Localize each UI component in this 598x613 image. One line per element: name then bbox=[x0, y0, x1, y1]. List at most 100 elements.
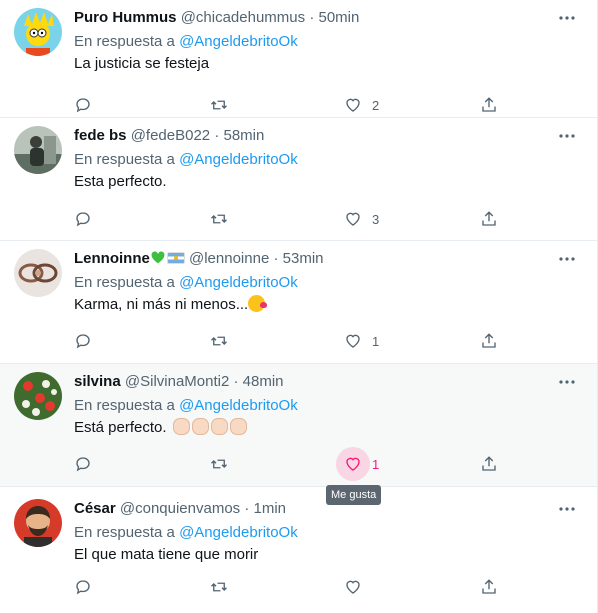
retweet-button[interactable] bbox=[202, 88, 236, 122]
argentina-flag-icon bbox=[166, 252, 185, 264]
reply-to-link[interactable]: @AngeldebritoOk bbox=[179, 33, 298, 50]
avatar[interactable] bbox=[14, 499, 62, 547]
share-button[interactable] bbox=[472, 88, 506, 122]
timestamp[interactable]: 53min bbox=[283, 250, 324, 267]
tweet-header: fede bs @fedeB022 · 58min bbox=[74, 126, 557, 146]
like-button[interactable] bbox=[336, 570, 372, 604]
reply-to-link[interactable]: @AngeldebritoOk bbox=[179, 397, 298, 414]
tweet-header: silvina @SilvinaMonti2 · 48min bbox=[74, 372, 557, 392]
clapping-hands-icon bbox=[172, 418, 190, 435]
reply-prefix: En respuesta a bbox=[74, 524, 175, 541]
share-icon bbox=[482, 456, 496, 471]
more-options-button[interactable] bbox=[555, 247, 579, 271]
tweet-card[interactable]: silvina @SilvinaMonti2 · 48min En respue… bbox=[0, 364, 597, 487]
reply-button[interactable] bbox=[66, 88, 100, 122]
like-button[interactable]: 1 bbox=[336, 324, 379, 358]
tweet-actions bbox=[66, 570, 566, 604]
display-name[interactable]: silvina bbox=[74, 373, 121, 390]
timestamp[interactable]: 48min bbox=[243, 373, 284, 390]
retweet-button[interactable] bbox=[202, 570, 236, 604]
separator-dot: · bbox=[214, 127, 220, 144]
like-button[interactable]: 1 bbox=[336, 447, 379, 481]
share-button[interactable] bbox=[472, 324, 506, 358]
reply-context: En respuesta a @AngeldebritoOk bbox=[74, 523, 298, 543]
person-photo-avatar-icon bbox=[14, 126, 62, 174]
more-icon bbox=[559, 16, 575, 20]
like-count: 3 bbox=[372, 211, 380, 227]
avatar[interactable] bbox=[14, 126, 62, 174]
heart-icon bbox=[346, 580, 360, 594]
reply-to-link[interactable]: @AngeldebritoOk bbox=[179, 524, 298, 541]
retweet-button[interactable] bbox=[202, 324, 236, 358]
user-handle[interactable]: @conquienvamos bbox=[120, 500, 240, 517]
share-icon bbox=[482, 97, 496, 112]
reply-prefix: En respuesta a bbox=[74, 397, 175, 414]
more-options-button[interactable] bbox=[555, 6, 579, 30]
timestamp[interactable]: 50min bbox=[318, 9, 359, 26]
retweet-icon bbox=[211, 100, 227, 110]
display-name[interactable]: Puro Hummus bbox=[74, 9, 177, 26]
user-handle[interactable]: @fedeB022 bbox=[131, 127, 210, 144]
more-options-button[interactable] bbox=[555, 497, 579, 521]
reply-icon bbox=[76, 98, 90, 113]
tweet-text: Karma, ni más ni menos... bbox=[74, 296, 249, 313]
separator-dot: · bbox=[309, 9, 315, 26]
retweet-icon bbox=[211, 336, 227, 346]
more-icon bbox=[559, 134, 575, 138]
lisa-simpson-avatar-icon bbox=[14, 8, 62, 56]
reply-button[interactable] bbox=[66, 570, 100, 604]
display-name[interactable]: Lennoinne bbox=[74, 250, 150, 267]
retweet-icon bbox=[211, 582, 227, 592]
tweet-card[interactable]: Lennoinne @lennoinne · 53min En respuest… bbox=[0, 241, 597, 364]
tweet-actions: 1 bbox=[66, 324, 566, 358]
like-count: 2 bbox=[372, 97, 380, 113]
retweet-button[interactable] bbox=[202, 202, 236, 236]
reply-context: En respuesta a @AngeldebritoOk bbox=[74, 150, 298, 170]
user-handle[interactable]: @SilvinaMonti2 bbox=[125, 373, 229, 390]
retweet-icon bbox=[211, 459, 227, 469]
display-name[interactable]: César bbox=[74, 500, 116, 517]
more-icon bbox=[559, 507, 575, 511]
user-handle[interactable]: @chicadehummus bbox=[181, 9, 305, 26]
share-button[interactable] bbox=[472, 202, 506, 236]
avatar[interactable] bbox=[14, 372, 62, 420]
tweet-card[interactable]: César @conquienvamos · 1min En respuesta… bbox=[0, 487, 597, 613]
user-handle[interactable]: @lennoinne bbox=[189, 250, 269, 267]
like-button[interactable]: 2 bbox=[336, 88, 379, 122]
reply-button[interactable] bbox=[66, 324, 100, 358]
retweet-icon bbox=[211, 214, 227, 224]
timestamp[interactable]: 1min bbox=[254, 500, 287, 517]
timestamp[interactable]: 58min bbox=[223, 127, 264, 144]
avatar[interactable] bbox=[14, 249, 62, 297]
retweet-button[interactable] bbox=[202, 447, 236, 481]
reply-context: En respuesta a @AngeldebritoOk bbox=[74, 396, 298, 416]
like-button[interactable]: 3 bbox=[336, 202, 379, 236]
reply-context: En respuesta a @AngeldebritoOk bbox=[74, 32, 298, 52]
tweet-header: Lennoinne @lennoinne · 53min bbox=[74, 249, 557, 269]
display-name[interactable]: fede bs bbox=[74, 127, 127, 144]
like-count: 1 bbox=[372, 333, 380, 349]
share-button[interactable] bbox=[472, 570, 506, 604]
more-options-button[interactable] bbox=[555, 124, 579, 148]
tweet-card[interactable]: fede bs @fedeB022 · 58min En respuesta a… bbox=[0, 118, 597, 241]
tweet-card[interactable]: Puro Hummus @chicadehummus · 50min En re… bbox=[0, 0, 597, 118]
reply-to-link[interactable]: @AngeldebritoOk bbox=[179, 274, 298, 291]
like-count: 1 bbox=[372, 456, 380, 472]
more-icon bbox=[559, 257, 575, 261]
reply-prefix: En respuesta a bbox=[74, 274, 175, 291]
reply-button[interactable] bbox=[66, 447, 100, 481]
reply-icon bbox=[76, 212, 90, 227]
kissing-face-icon bbox=[248, 295, 268, 312]
reply-to-link[interactable]: @AngeldebritoOk bbox=[179, 151, 298, 168]
reply-button[interactable] bbox=[66, 202, 100, 236]
bracelet-photo-avatar-icon bbox=[14, 249, 62, 297]
avatar[interactable] bbox=[14, 8, 62, 56]
share-button[interactable] bbox=[472, 447, 506, 481]
more-options-button[interactable] bbox=[555, 370, 579, 394]
tweet-header: Puro Hummus @chicadehummus · 50min bbox=[74, 8, 557, 28]
clapping-hands-icon bbox=[210, 418, 228, 435]
reply-prefix: En respuesta a bbox=[74, 33, 175, 50]
reply-icon bbox=[76, 580, 90, 595]
share-icon bbox=[482, 211, 496, 226]
heart-icon bbox=[346, 98, 360, 112]
